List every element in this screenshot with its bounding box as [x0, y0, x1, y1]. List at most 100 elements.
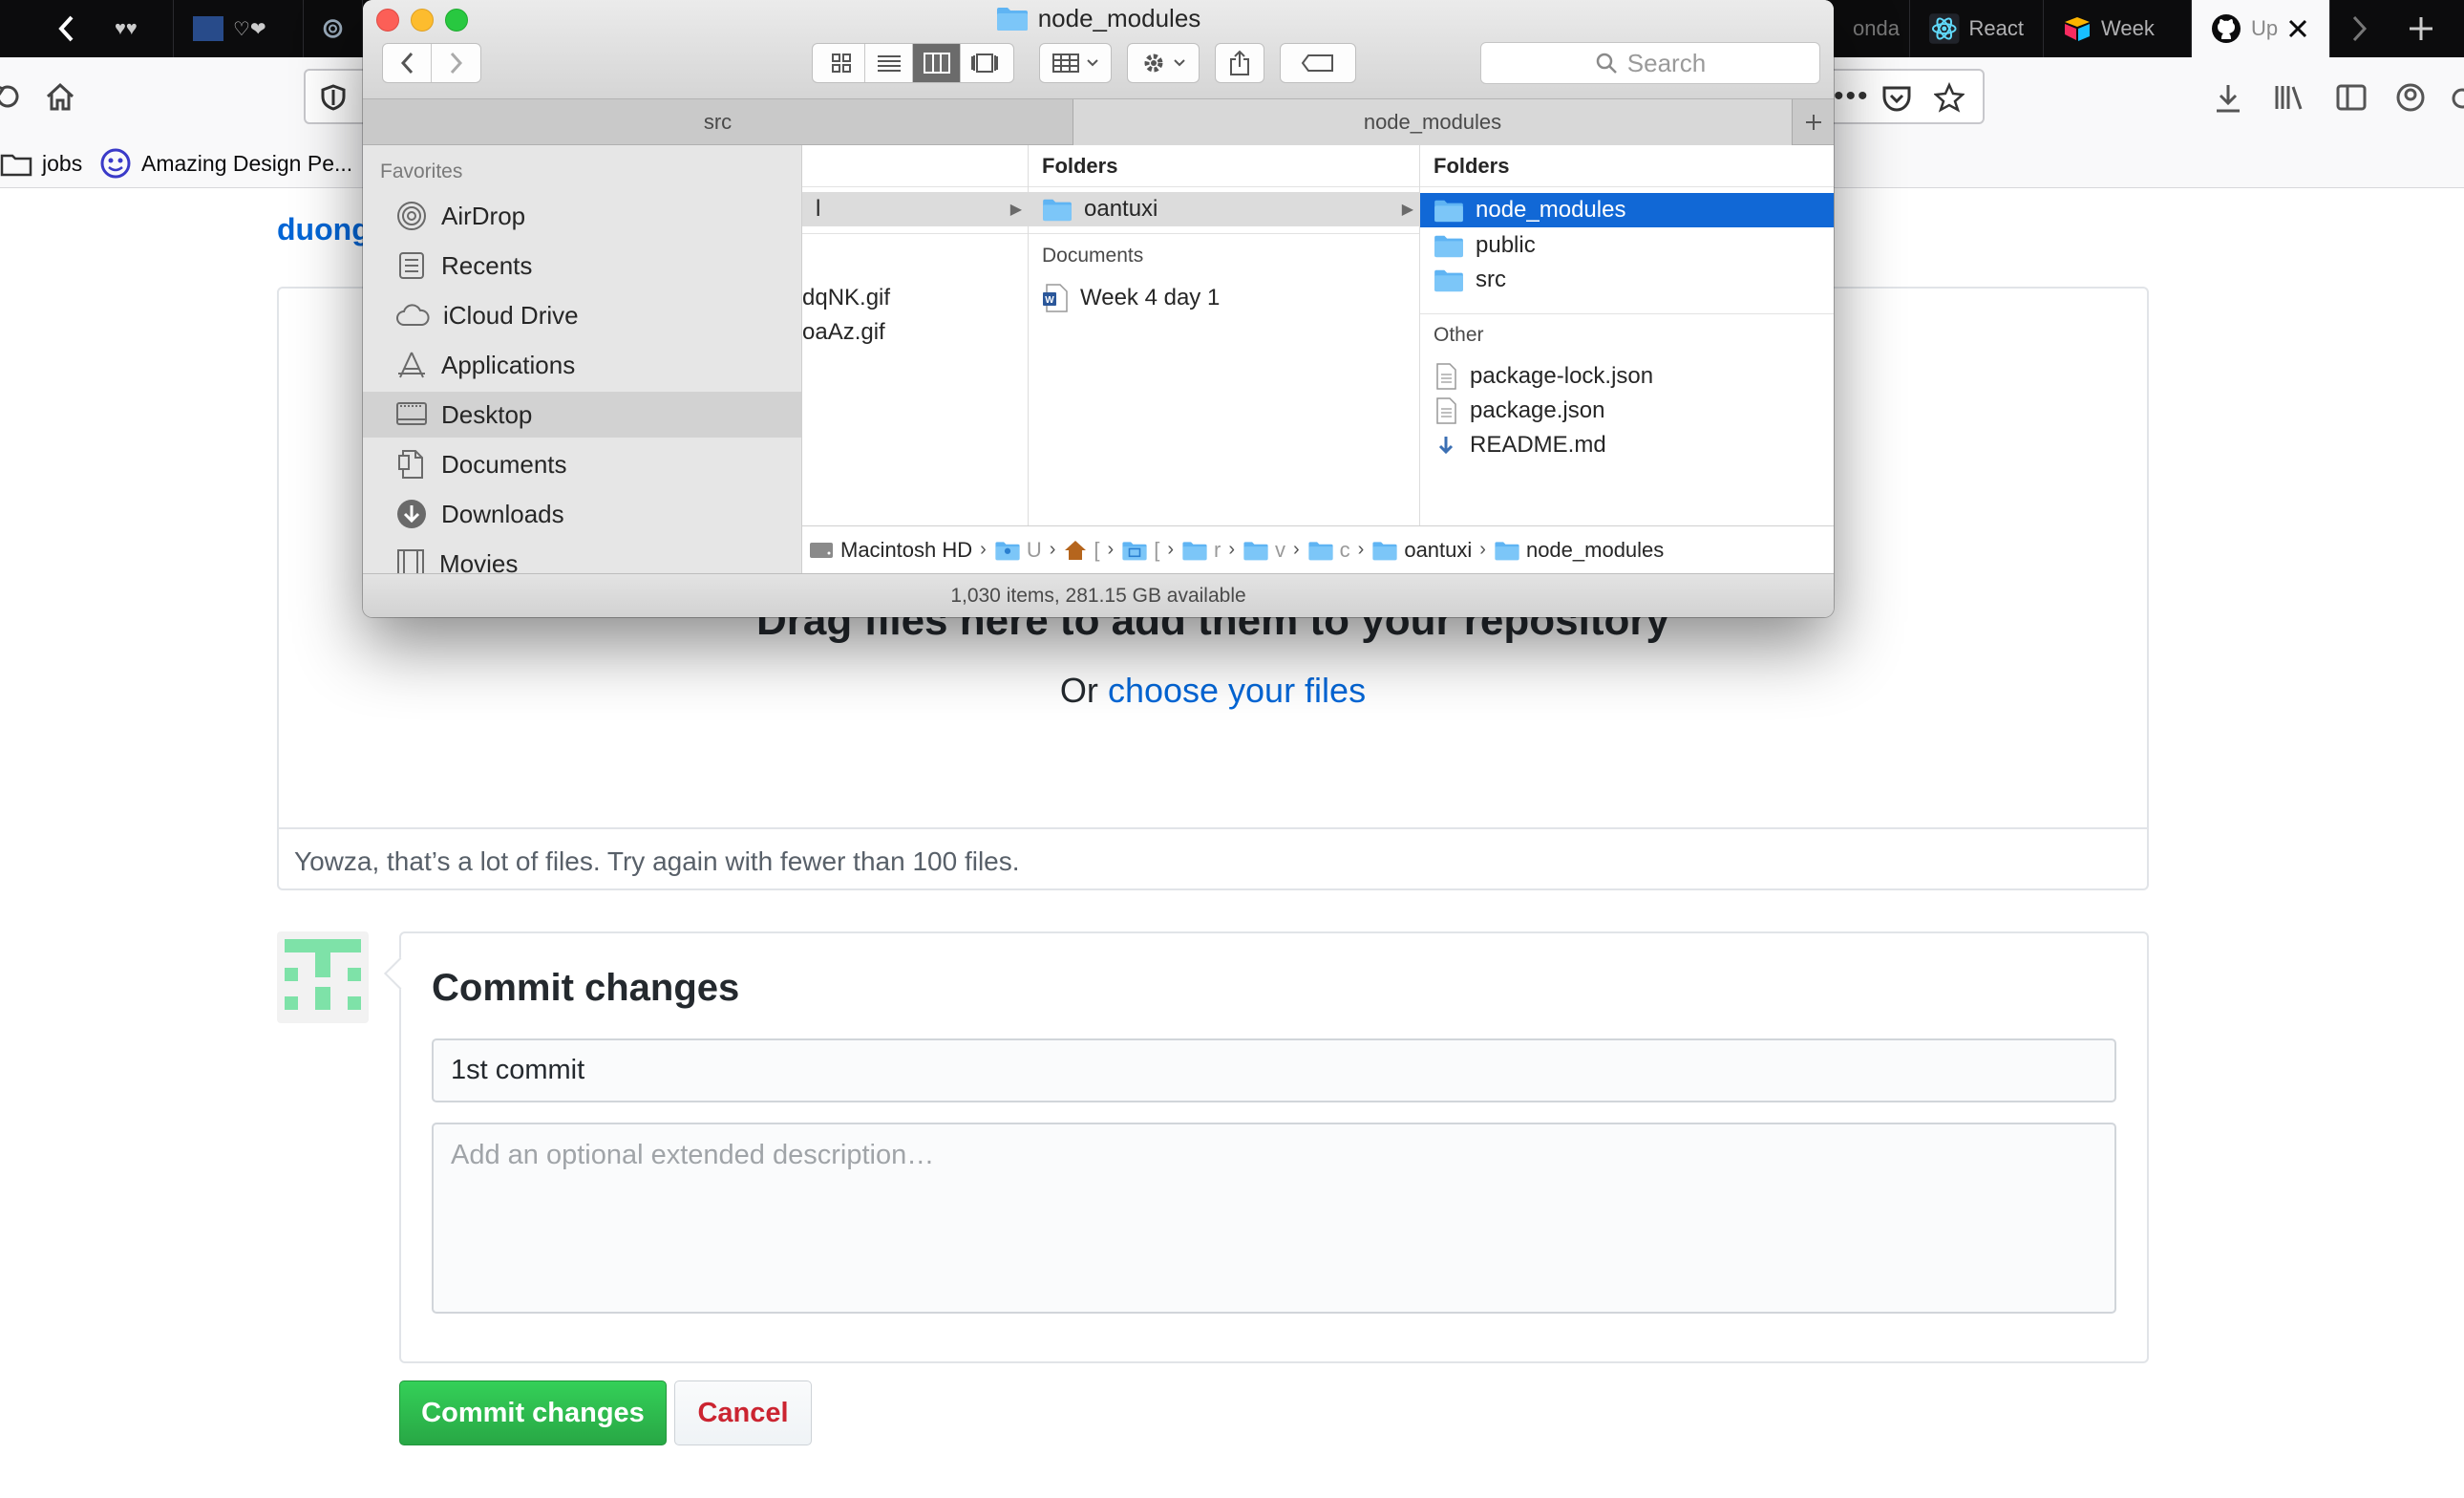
browser-tab[interactable] [304, 0, 363, 57]
folder-item-oantuxi[interactable]: oantuxi ▶ [1029, 192, 1419, 226]
path-item-macintosh-hd[interactable]: Macintosh HD [808, 538, 972, 563]
browser-tab[interactable]: ♥♥ [96, 0, 174, 57]
browser-tab-active[interactable]: Up [2192, 0, 2330, 57]
sidebar-item-applications[interactable]: Applications [363, 342, 801, 388]
path-item[interactable]: r [1181, 538, 1221, 563]
airtable-icon [2065, 17, 2090, 41]
choose-files-link[interactable]: choose your files [1108, 671, 1366, 710]
bookmark-amazing-design[interactable]: Amazing Design Pe... [99, 145, 352, 182]
list-view-button[interactable] [865, 44, 913, 82]
bookmark-star-icon[interactable] [1934, 82, 1965, 113]
sidebar-item-documents[interactable]: Documents [363, 441, 801, 487]
tab-scroll-right-button[interactable] [2330, 0, 2388, 57]
new-tab-button[interactable] [2392, 0, 2450, 57]
list-item[interactable]: oaAz.gif [802, 315, 1028, 350]
commit-description-textarea[interactable] [432, 1123, 2116, 1314]
upload-error-message: Yowza, that’s a lot of files. Try again … [277, 827, 2149, 890]
home-icon[interactable] [44, 80, 76, 113]
path-item[interactable]: c [1307, 538, 1350, 563]
page-actions-icon[interactable]: ••• [1834, 80, 1870, 113]
extension-icon[interactable] [2451, 86, 2464, 111]
downloads-toolbar-icon[interactable] [2214, 82, 2242, 115]
path-item[interactable]: v [1243, 538, 1285, 563]
tab-scroll-left-button[interactable] [38, 0, 96, 57]
file-item-readme[interactable]: README.md [1420, 428, 1834, 462]
action-menu-button[interactable] [1127, 43, 1200, 83]
document-item[interactable]: W Week 4 day 1 [1029, 281, 1419, 315]
folder-item-public[interactable]: public [1420, 228, 1834, 263]
back-button[interactable] [384, 44, 432, 82]
path-item-oantuxi[interactable]: oantuxi [1371, 538, 1472, 563]
finder-tab-src[interactable]: src [363, 99, 1073, 145]
sidebar-item-recents[interactable]: Recents [363, 243, 801, 289]
finder-tab-node-modules[interactable]: node_modules [1073, 99, 1792, 145]
hearts-favicon-icon: ♥♥ [115, 17, 138, 39]
new-finder-tab-button[interactable] [1792, 99, 1834, 145]
finder-path-bar: Macintosh HD › U › [ › [ › r › v › c › o… [802, 525, 1834, 573]
columns-icon [923, 53, 950, 74]
folder-icon [0, 154, 32, 177]
sidebar-item-icloud-drive[interactable]: iCloud Drive [363, 292, 801, 338]
browser-tab[interactable]: ♡❤ [174, 0, 304, 57]
chevron-left-icon [58, 15, 74, 42]
repo-owner-link[interactable]: duong [277, 212, 371, 247]
users-folder-icon [995, 541, 1020, 560]
airdrop-icon [397, 202, 426, 230]
gallery-view-button[interactable] [961, 44, 1009, 82]
list-item[interactable]: dqNK.gif [802, 281, 1028, 315]
path-separator-icon: › [1292, 539, 1300, 560]
commit-summary-input[interactable] [432, 1038, 2116, 1102]
column-separator [802, 233, 1028, 234]
avatar[interactable] [277, 931, 369, 1023]
chevron-right-icon [2352, 15, 2368, 42]
commit-changes-button[interactable]: Commit changes [399, 1380, 667, 1445]
file-item-package-json[interactable]: package.json [1420, 394, 1834, 428]
path-item-node-modules[interactable]: node_modules [1494, 538, 1664, 563]
finder-window[interactable]: node_modules Search src node_modules Fav… [363, 0, 1834, 617]
browser-tab-react[interactable]: React [1910, 0, 2044, 57]
close-tab-icon[interactable] [2287, 18, 2308, 39]
sidebar-item-airdrop[interactable]: AirDrop [363, 193, 801, 239]
site-favicon-icon [193, 16, 223, 41]
folder-icon [1495, 541, 1519, 560]
search-placeholder: Search [1626, 48, 1707, 77]
folder-item-src[interactable]: src [1420, 263, 1834, 297]
icon-view-button[interactable] [818, 44, 865, 82]
sidebar-item-downloads[interactable]: Downloads [363, 491, 801, 537]
gallery-icon [971, 54, 998, 73]
cancel-button[interactable]: Cancel [674, 1380, 812, 1445]
reload-icon[interactable] [0, 82, 19, 111]
react-icon [1929, 13, 1960, 44]
markdown-file-icon [1438, 437, 1454, 455]
finder-search-field[interactable]: Search [1480, 42, 1820, 84]
drop-zone-subtitle: Or choose your files [277, 671, 2149, 711]
forward-button[interactable] [432, 44, 479, 82]
tags-button[interactable] [1280, 43, 1356, 83]
plus-icon [1805, 115, 1821, 130]
browser-tab-week[interactable]: Week [2044, 0, 2192, 57]
path-item-desktop[interactable]: [ [1121, 538, 1159, 563]
column-view-button[interactable] [913, 44, 961, 82]
column-1: l ▶ dqNK.gif oaAz.gif [802, 145, 1029, 525]
account-icon[interactable] [2395, 82, 2426, 113]
path-separator-icon: › [1228, 539, 1235, 560]
bookmark-jobs[interactable]: jobs [0, 145, 82, 182]
path-item[interactable]: U [994, 538, 1042, 563]
group-by-button[interactable] [1039, 43, 1112, 83]
path-item-home[interactable]: [ [1063, 538, 1100, 563]
sidebar-item-desktop[interactable]: Desktop [363, 392, 801, 438]
column-3-header: Folders [1420, 145, 1834, 187]
pocket-icon[interactable] [1881, 84, 1912, 113]
sidebar-toggle-icon[interactable] [2336, 84, 2367, 111]
folder-item-node-modules[interactable]: node_modules [1420, 193, 1834, 227]
shield-icon[interactable] [321, 84, 346, 111]
library-icon[interactable] [2273, 82, 2305, 113]
column-1-header [802, 145, 1028, 187]
column-1-selected-item[interactable]: l ▶ [802, 192, 1028, 226]
share-button[interactable] [1215, 43, 1264, 83]
gear-icon [1144, 54, 1163, 73]
sidebar-item-movies[interactable]: Movies [363, 541, 801, 573]
browser-tab[interactable]: onda [1834, 0, 1910, 57]
drop-or-text: Or [1059, 671, 1098, 710]
file-item-package-lock[interactable]: package-lock.json [1420, 359, 1834, 394]
